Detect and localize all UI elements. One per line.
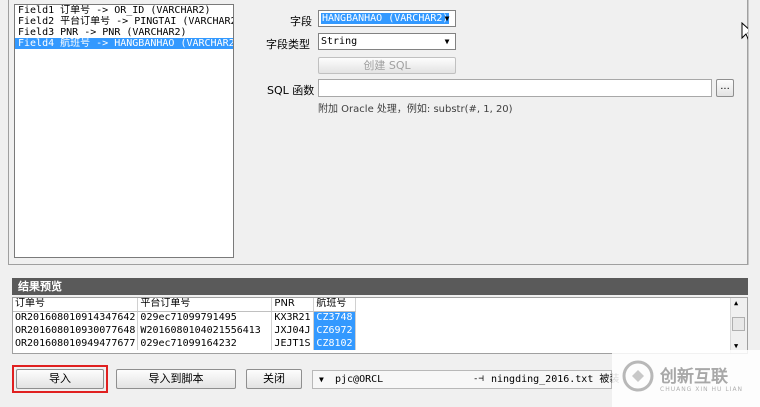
chevron-down-icon: ▼ [444, 14, 450, 23]
create-sql-button[interactable]: 创建 SQL [318, 57, 456, 74]
scroll-thumb[interactable] [732, 317, 745, 331]
table-cell: CZ8102 [313, 337, 356, 350]
logo-icon [622, 360, 654, 392]
column-header[interactable]: PNR [271, 298, 315, 312]
table-cell: CZ6972 [313, 324, 356, 337]
scroll-up-icon[interactable]: ▲ [734, 299, 738, 307]
connection-label[interactable]: pjc@ORCL [335, 371, 383, 388]
table-cell: OR201608010949477677 [13, 337, 139, 350]
table-cell: KX3R21 [271, 311, 315, 324]
file-status: ningding_2016.txt 被装 [491, 374, 620, 385]
preview-title: 结果预览 [12, 278, 748, 295]
list-item[interactable]: Field2 平台订单号 -> PINGTAI (VARCHAR2) [15, 16, 233, 27]
import-to-script-button[interactable]: 导入到脚本 [116, 369, 236, 389]
watermark-subtext: CHUANG XIN HU LIAN [660, 386, 744, 393]
list-item-selected[interactable]: Field4 航班号 -> HANGBANHAO (VARCHAR2) [15, 38, 233, 49]
chevron-down-icon[interactable]: ▼ [319, 371, 324, 388]
field-type-label: 字段类型 [266, 38, 310, 51]
field-label: 字段 [290, 15, 312, 28]
table-cell: OR201608010914347642 [13, 311, 139, 324]
watermark-text: 创新互联 [660, 367, 728, 387]
import-button[interactable]: 导入 [16, 369, 104, 389]
sql-hint: 附加 Oracle 处理，例如: substr(#, 1, 20) [318, 104, 513, 115]
field-type-value: String [321, 36, 358, 47]
table-cell: CZ3748 [313, 311, 356, 324]
field-select[interactable]: HANGBANHAO (VARCHAR2) ▼ [318, 10, 456, 27]
table-cell: JXJ04J [271, 324, 315, 337]
field-type-select[interactable]: String ▼ [318, 33, 456, 50]
sql-function-input[interactable] [318, 79, 712, 97]
table-row: OR201608010949477677 029ec71099164232 JE… [13, 337, 356, 350]
field-select-value: HANGBANHAO (VARCHAR2) [321, 13, 450, 24]
pin-icon: -⊣ [473, 374, 484, 384]
column-header[interactable]: 平台订单号 [137, 298, 273, 312]
scroll-down-icon[interactable]: ▼ [734, 342, 738, 350]
table-cell: JEJT1S [271, 337, 315, 350]
status-bar: ▼ pjc@ORCL -⊣ ningding_2016.txt 被装 [312, 370, 619, 389]
list-item[interactable]: Field3 PNR -> PNR (VARCHAR2) [15, 27, 233, 38]
field-mapping-list[interactable]: Field1 订单号 -> OR_ID (VARCHAR2) Field2 平台… [14, 4, 234, 258]
table-cell: OR201608010930077648 [13, 324, 139, 337]
table-row: OR201608010914347642 029ec71099791495 KX… [13, 311, 356, 324]
table-cell: 029ec71099791495 [137, 311, 273, 324]
table-cell: 029ec71099164232 [137, 337, 273, 350]
table-header-row: 订单号 平台订单号 PNR 航班号 [13, 298, 356, 312]
table-cell: W2016080104021556413 [137, 324, 273, 337]
column-header[interactable]: 航班号 [313, 298, 356, 312]
close-button[interactable]: 关闭 [246, 369, 302, 389]
preview-scrollbar[interactable]: ▲ ▼ [730, 298, 747, 353]
vertical-scrollbar[interactable] [748, 0, 760, 265]
sql-function-label: SQL 函数 [267, 84, 315, 97]
watermark: 创新互联 CHUANG XIN HU LIAN [612, 350, 760, 407]
table-row: OR201608010930077648 W201608010402155641… [13, 324, 356, 337]
sql-ellipsis-button[interactable]: ... [716, 79, 734, 97]
list-item[interactable]: Field1 订单号 -> OR_ID (VARCHAR2) [15, 5, 233, 16]
chevron-down-icon: ▼ [444, 37, 450, 46]
column-header[interactable]: 订单号 [13, 298, 139, 312]
preview-table: 订单号 平台订单号 PNR 航班号 OR201608010914347642 0… [12, 297, 748, 354]
